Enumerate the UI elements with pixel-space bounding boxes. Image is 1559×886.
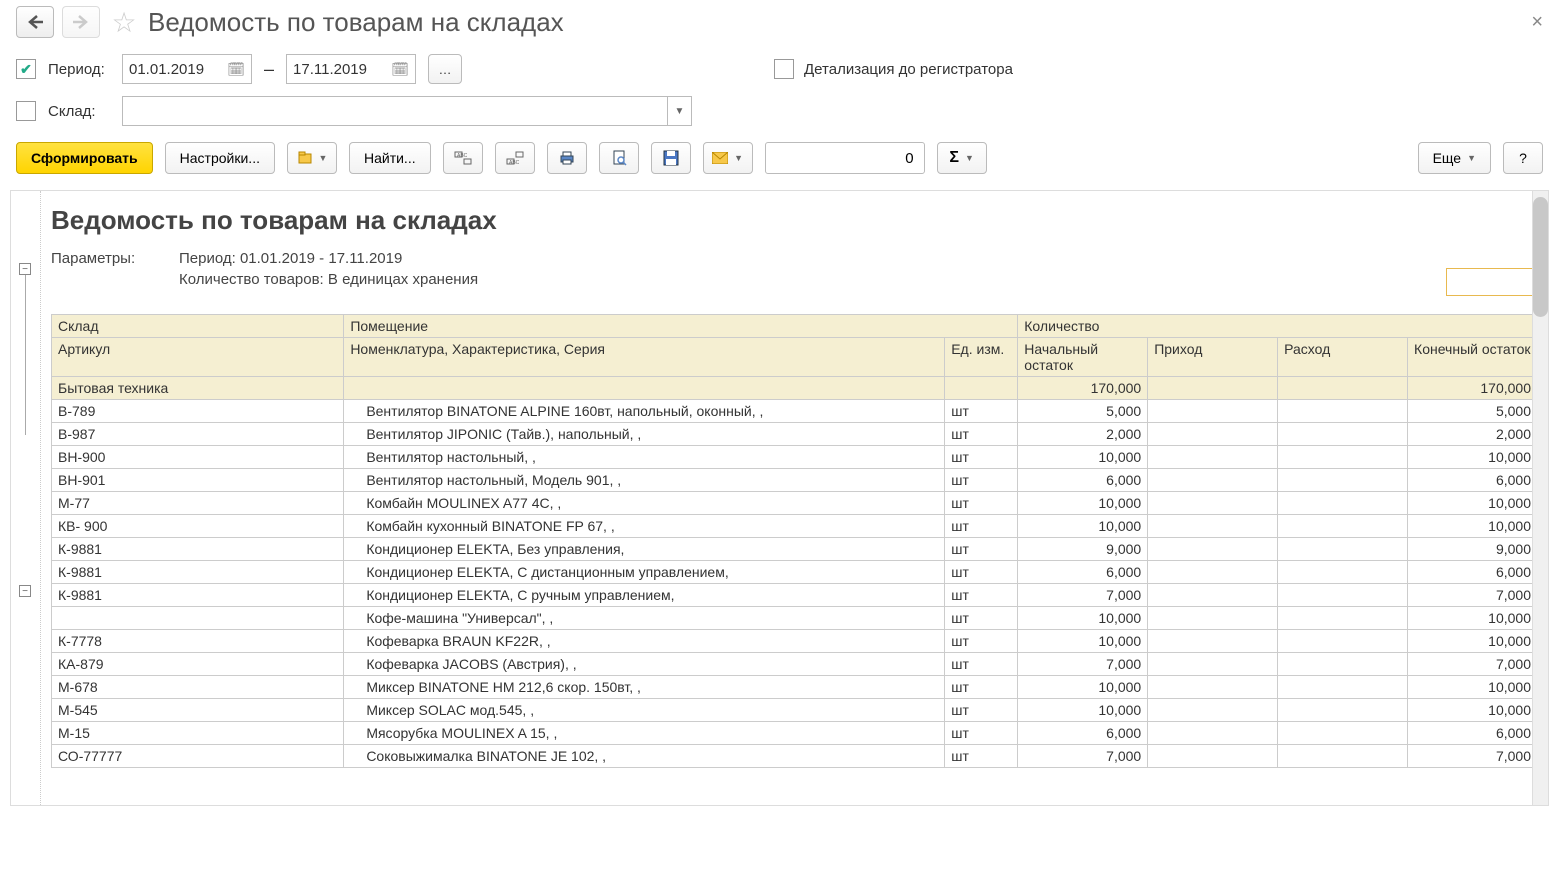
generate-button[interactable]: Сформировать (16, 142, 153, 174)
forward-button[interactable] (62, 6, 100, 38)
table-row[interactable]: М-678Миксер BINATONE HM 212,6 скор. 150в… (52, 676, 1538, 699)
detail-checkbox[interactable] (774, 59, 794, 79)
dash: – (264, 59, 274, 80)
preview-button[interactable] (599, 142, 639, 174)
envelope-icon (712, 152, 728, 164)
printer-icon (559, 150, 575, 166)
period-dialog-button[interactable]: … (428, 54, 462, 84)
preview-icon (611, 150, 627, 166)
date-to-input[interactable]: 17.11.2019 🗓 (286, 54, 416, 84)
table-row[interactable]: В-987Вентилятор JIPONIC (Тайв.), напольн… (52, 423, 1538, 446)
table-row[interactable]: К-9881Кондиционер ELEKTA, С ручным управ… (52, 584, 1538, 607)
warehouse-select[interactable]: ▼ (122, 96, 692, 126)
period-checkbox[interactable] (16, 59, 36, 79)
warehouse-label: Склад: (48, 103, 110, 120)
col-in: Приход (1148, 338, 1278, 377)
col-room: Помещение (344, 315, 1018, 338)
params-line1: Период: 01.01.2019 - 17.11.2019 (179, 250, 402, 267)
collapse-icon: ABC (454, 151, 472, 165)
table-row[interactable]: ВН-900Вентилятор настольный, ,шт10,00010… (52, 446, 1538, 469)
find-button[interactable]: Найти... (349, 142, 431, 174)
table-row[interactable]: К-9881Кондиционер ELEKTA, С дистанционны… (52, 561, 1538, 584)
table-row[interactable]: К-9881Кондиционер ELEKTA, Без управления… (52, 538, 1538, 561)
more-button[interactable]: Еще ▼ (1418, 142, 1491, 174)
col-warehouse: Склад (52, 315, 344, 338)
params-label: Параметры: (51, 250, 159, 267)
send-button[interactable]: ▼ (703, 142, 753, 174)
tree-gutter: − − (11, 191, 41, 805)
save-button[interactable] (651, 142, 691, 174)
diskette-icon (663, 150, 679, 166)
collapse-groups-button[interactable]: ABC (443, 142, 483, 174)
close-icon[interactable]: × (1531, 11, 1543, 34)
back-button[interactable] (16, 6, 54, 38)
date-from-value: 01.01.2019 (129, 61, 204, 78)
table-row[interactable]: ВН-901Вентилятор настольный, Модель 901,… (52, 469, 1538, 492)
col-out: Расход (1278, 338, 1408, 377)
svg-text:ABC: ABC (509, 160, 520, 165)
report-table: Склад Помещение Количество Артикул Номен… (51, 314, 1538, 768)
sigma-button[interactable]: Σ ▼ (937, 142, 987, 174)
col-qty: Количество (1018, 315, 1538, 338)
report-body: Ведомость по товарам на складах Параметр… (41, 191, 1548, 805)
table-row[interactable]: КА-879Кофеварка JACOBS (Австрия), ,шт7,0… (52, 653, 1538, 676)
table-row[interactable]: К-7778Кофеварка BRAUN KF22R, ,шт10,00010… (52, 630, 1538, 653)
page-title: Ведомость по товарам на складах (148, 7, 564, 38)
date-from-input[interactable]: 01.01.2019 🗓 (122, 54, 252, 84)
print-button[interactable] (547, 142, 587, 174)
tree-collapse-node[interactable]: − (19, 263, 31, 275)
date-to-value: 17.11.2019 (293, 61, 367, 78)
table-row[interactable]: В-789Вентилятор BINATONE ALPINE 160вт, н… (52, 400, 1538, 423)
period-label: Период: (48, 61, 110, 78)
expand-groups-button[interactable]: ABC (495, 142, 535, 174)
col-unit: Ед. изм. (945, 338, 1018, 377)
vertical-scrollbar[interactable] (1532, 191, 1548, 805)
expand-icon: ABC (506, 151, 524, 165)
tree-collapse-node[interactable]: − (19, 585, 31, 597)
sigma-icon: Σ (949, 149, 959, 167)
settings-button[interactable]: Настройки... (165, 142, 275, 174)
col-start: Начальный остаток (1018, 338, 1148, 377)
favorite-star-icon[interactable]: ☆ (108, 6, 140, 38)
chevron-down-icon[interactable]: ▼ (667, 97, 691, 125)
group-row[interactable]: Бытовая техника 170,000 170,000 (52, 377, 1538, 400)
table-row[interactable]: М-77Комбайн MOULINEX A77 4C, ,шт10,00010… (52, 492, 1538, 515)
highlighted-cell[interactable] (1446, 268, 1538, 296)
table-row[interactable]: СО-77777Соковыжималка BINATONE JE 102, ,… (52, 745, 1538, 768)
calendar-icon[interactable]: 🗓 (391, 61, 409, 78)
detail-label: Детализация до регистратора (804, 61, 1013, 78)
warehouse-checkbox[interactable] (16, 101, 36, 121)
svg-text:ABC: ABC (457, 153, 468, 159)
table-row[interactable]: КВ- 900Комбайн кухонный BINATONE FP 67, … (52, 515, 1538, 538)
folder-icon (297, 150, 313, 166)
params-line2: Количество товаров: В единицах хранения (179, 271, 478, 288)
table-row[interactable]: М-545Миксер SOLAC мод.545, ,шт10,00010,0… (52, 699, 1538, 722)
variants-button[interactable]: ▼ (287, 142, 337, 174)
col-article: Артикул (52, 338, 344, 377)
col-end: Конечный остаток (1408, 338, 1538, 377)
col-nomenclature: Номенклатура, Характеристика, Серия (344, 338, 945, 377)
calendar-icon[interactable]: 🗓 (227, 61, 245, 78)
table-row[interactable]: М-15Мясорубка MOULINEX A 15, ,шт6,0006,0… (52, 722, 1538, 745)
help-button[interactable]: ? (1503, 142, 1543, 174)
table-row[interactable]: Кофе-машина "Универсал", ,шт10,00010,000 (52, 607, 1538, 630)
report-title: Ведомость по товарам на складах (51, 205, 1538, 236)
sum-input[interactable] (765, 142, 925, 174)
